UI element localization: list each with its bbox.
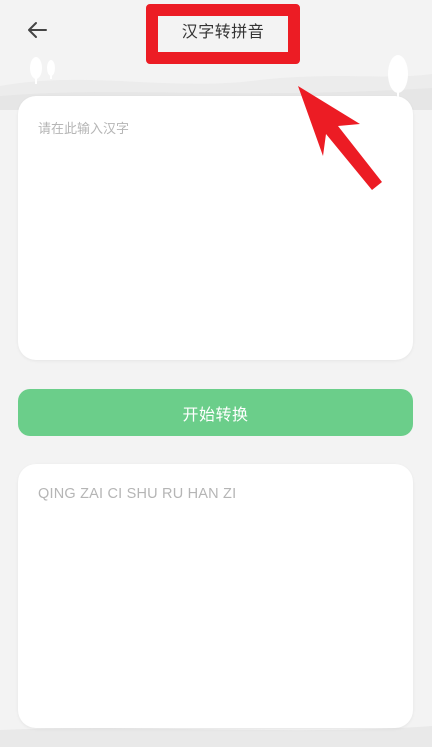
arrow-left-icon [28,22,47,38]
back-button[interactable] [22,16,52,44]
output-card: QING ZAI CI SHU RU HAN ZI [18,464,413,728]
pinyin-output: QING ZAI CI SHU RU HAN ZI [38,486,237,502]
start-convert-button[interactable]: 开始转换 [18,389,413,436]
annotation-arrow-icon [298,86,382,190]
start-convert-button-label: 开始转换 [182,404,249,424]
tree-icon [47,60,55,79]
highlight-box [146,4,300,64]
